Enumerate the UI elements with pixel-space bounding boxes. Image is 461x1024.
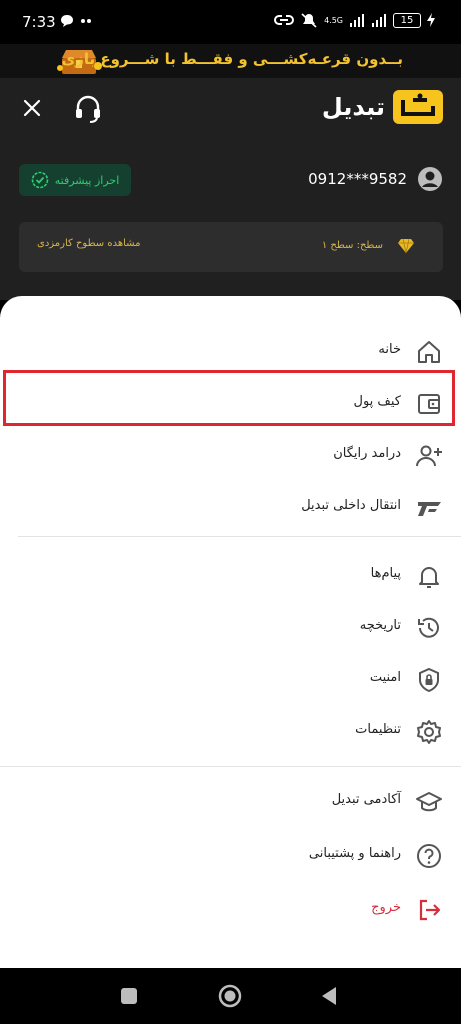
help-circle-icon bbox=[417, 844, 441, 868]
menu-label-logout: خروج bbox=[371, 900, 401, 915]
home-circle-icon[interactable] bbox=[218, 984, 242, 1008]
menu-label-security: امنیت bbox=[369, 670, 401, 685]
logout-icon bbox=[419, 899, 441, 921]
headset-support-icon[interactable] bbox=[72, 92, 104, 124]
signal-icon bbox=[350, 14, 364, 27]
home-icon bbox=[418, 341, 440, 363]
menu-item-home[interactable]: خانه bbox=[0, 330, 461, 374]
menu-label-academy: آکادمی تبدیل bbox=[331, 792, 401, 807]
transfer-icon bbox=[418, 502, 441, 516]
menu-item-logout[interactable]: خروج bbox=[0, 888, 461, 932]
status-bar: 7:33 4.5G 15 bbox=[0, 0, 461, 44]
level-card[interactable]: مشاهده سطوح کارمزدی سطح: سطح ۱ bbox=[19, 222, 443, 272]
menu-label-settings: تنظیمات bbox=[355, 722, 401, 737]
history-icon bbox=[418, 617, 439, 638]
status-notifications bbox=[60, 14, 92, 28]
menu-item-transfer[interactable]: انتقال داخلی تبدیل bbox=[0, 486, 461, 530]
user-info-row: احراز پیشرفته 0912***9582 bbox=[0, 162, 461, 198]
menu-divider bbox=[18, 536, 461, 537]
gear-icon bbox=[417, 720, 441, 744]
close-icon[interactable] bbox=[20, 96, 44, 120]
menu-item-history[interactable]: تاریخچه bbox=[0, 606, 461, 650]
status-indicators: 4.5G 15 bbox=[274, 12, 435, 28]
brand-logo bbox=[393, 90, 443, 124]
bell-icon bbox=[419, 567, 439, 588]
menu-label-home: خانه bbox=[378, 342, 401, 357]
wallet-highlight-frame bbox=[3, 370, 455, 426]
battery-indicator: 15 bbox=[393, 12, 421, 28]
mute-icon bbox=[301, 13, 317, 28]
user-level: سطح: سطح ۱ bbox=[321, 240, 383, 251]
menu-item-academy[interactable]: آکادمی تبدیل bbox=[0, 780, 461, 824]
fee-levels-link[interactable]: مشاهده سطوح کارمزدی bbox=[37, 238, 140, 249]
shield-lock-icon bbox=[419, 667, 439, 693]
menu-item-security[interactable]: امنیت bbox=[0, 658, 461, 702]
menu-label-messages: پیام‌ها bbox=[370, 566, 401, 581]
chat-bubble-icon bbox=[61, 15, 73, 27]
user-phone: 0912***9582 bbox=[308, 170, 407, 188]
charging-icon bbox=[427, 13, 435, 27]
add-user-icon bbox=[416, 445, 442, 467]
link-icon bbox=[274, 15, 295, 25]
back-triangle-icon[interactable] bbox=[320, 986, 338, 1006]
menu-label-referral: درامد رایگان bbox=[333, 446, 401, 461]
more-dots-icon bbox=[81, 19, 91, 23]
menu-label-support: راهنما و پشتیبانی bbox=[308, 846, 401, 861]
verified-check-icon bbox=[31, 171, 49, 189]
verification-badge[interactable]: احراز پیشرفته bbox=[19, 164, 131, 196]
status-time: 7:33 bbox=[22, 13, 56, 31]
menu-label-transfer: انتقال داخلی تبدیل bbox=[301, 498, 401, 513]
graduation-cap-icon bbox=[416, 792, 442, 812]
banner-text: بــدون قرعـه‌کشـــی و فقـــط با شـــروع … bbox=[61, 50, 403, 68]
diamond-icon bbox=[398, 238, 414, 254]
menu-item-settings[interactable]: تنظیمات bbox=[0, 710, 461, 754]
menu-item-messages[interactable]: پیام‌ها bbox=[0, 554, 461, 598]
app-header: تبدیل احراز پیشرفته 0912***9582 مشاهده س… bbox=[0, 78, 461, 300]
signal-icon-2 bbox=[372, 14, 386, 27]
brand: تبدیل bbox=[322, 90, 443, 124]
menu-label-history: تاریخچه bbox=[359, 618, 401, 633]
system-nav-bar bbox=[0, 968, 461, 1024]
promo-banner[interactable]: بــدون قرعـه‌کشـــی و فقـــط با شـــروع … bbox=[0, 44, 461, 78]
recents-square-icon[interactable] bbox=[120, 987, 138, 1005]
menu-item-support[interactable]: راهنما و پشتیبانی bbox=[0, 834, 461, 878]
user-avatar-icon bbox=[418, 167, 442, 191]
menu-divider-2 bbox=[0, 766, 461, 767]
verification-label: احراز پیشرفته bbox=[54, 173, 120, 187]
network-type: 4.5G bbox=[324, 15, 343, 25]
brand-name: تبدیل bbox=[321, 93, 385, 121]
menu-item-referral[interactable]: درامد رایگان bbox=[0, 434, 461, 478]
